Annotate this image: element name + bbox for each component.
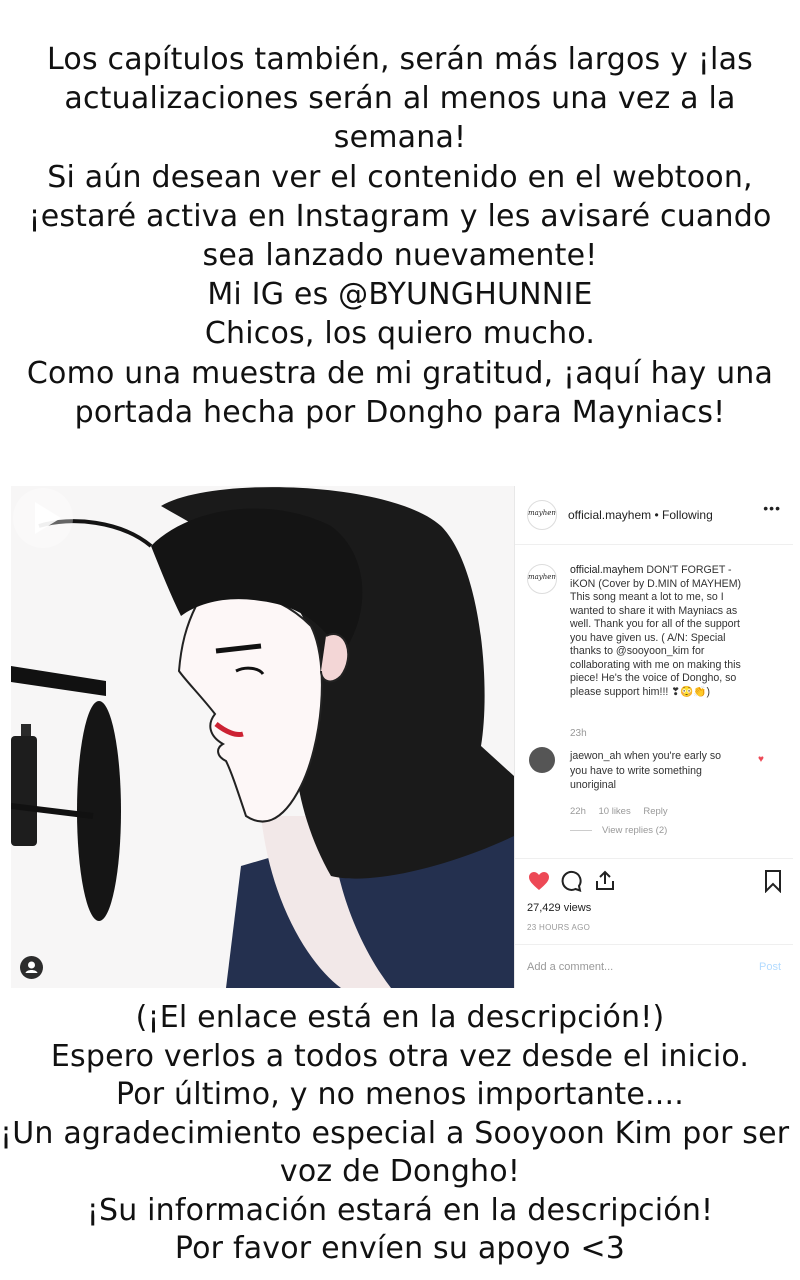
avatar-logo-text: mayhem (528, 509, 557, 517)
more-dots-icon[interactable]: ••• (763, 500, 781, 516)
text-line: portada hecha por Dongho para Mayniacs! (74, 394, 726, 430)
announcement-text-bottom: (¡El enlace está en la descripción!) Esp… (0, 999, 800, 1269)
caption-line: wanted to share it with Mayniacs as (570, 604, 738, 617)
comment-likes[interactable]: 10 likes (599, 806, 631, 817)
share-icon[interactable] (593, 869, 617, 893)
announcement-text-top: Los capítulos también, serán más largos … (0, 40, 800, 432)
comment-line: you have to write something (570, 764, 702, 777)
caption-line: collaborating with me on making this (570, 658, 741, 671)
post-button[interactable]: Post (759, 961, 781, 973)
comment-line: when you're early so (624, 750, 722, 762)
caption-line: iKON (Cover by D.MIN of MAYHEM) (570, 577, 742, 590)
view-replies-link[interactable]: View replies (2) (602, 825, 667, 836)
comment-timestamp: 22h (570, 806, 586, 817)
caption-username[interactable]: official.mayhem (570, 564, 643, 576)
text-line: semana! (333, 120, 467, 156)
dongho-illustration (11, 487, 514, 988)
caption-line: you have given us. ( A/N: Special (570, 631, 726, 644)
caption-line: DON'T FORGET - (646, 564, 732, 576)
text-line: sea lanzado nuevamente! (202, 238, 598, 274)
posted-time: 23 HOURS AGO (527, 923, 591, 932)
text-line: Chicos, los quiero mucho. (204, 316, 596, 352)
text-line: Como una muestra de mi gratitud, ¡aquí h… (26, 355, 774, 391)
reply-link[interactable]: Reply (643, 806, 667, 817)
caption-line: please support him!!! ❣😳👏) (570, 685, 711, 698)
view-count: 27,429 views (527, 902, 592, 914)
comment-icon[interactable] (559, 869, 583, 893)
text-line: Los capítulos también, serán más largos … (47, 42, 753, 77)
text-line: Por favor envíen su apoyo <3 (174, 1231, 626, 1266)
comment-meta: 22h 10 likes Reply (570, 806, 678, 817)
comment-line: unoriginal (570, 779, 616, 791)
text-line: ¡Su información estará en la descripción… (86, 1192, 714, 1228)
text-line: Si aún desean ver el contenido en el web… (47, 159, 753, 195)
instagram-post-embed: mayhem official.mayhem • Following ••• m… (11, 486, 793, 988)
comment-username[interactable]: jaewon_ah (570, 750, 621, 762)
text-line: Mi IG es @BYUNGHUNNIE (207, 277, 593, 313)
text-line: ¡Un agradecimiento especial a Sooyoon Ki… (0, 1115, 800, 1151)
text-line: Espero verlos a todos otra vez desde el … (50, 1038, 750, 1074)
replies-divider (570, 829, 592, 831)
header-username-line: official.mayhem • Following (568, 508, 713, 522)
play-icon[interactable] (11, 486, 75, 550)
add-comment-input[interactable]: Add a comment... (527, 961, 613, 973)
comment-like-icon[interactable]: ♥ (758, 754, 764, 765)
profile-avatar[interactable]: mayhem (527, 500, 557, 530)
commenter-avatar[interactable] (529, 747, 555, 773)
post-caption: official.mayhem DON'T FORGET - iKON (Cov… (570, 564, 780, 699)
separator-dot: • (654, 508, 659, 522)
caption-line: piece! He's the voice of Dongho, so (570, 672, 737, 684)
caption-timestamp: 23h (570, 728, 587, 739)
tagged-user-icon[interactable] (20, 956, 43, 979)
post-side-panel: mayhem official.mayhem • Following ••• m… (514, 486, 793, 988)
text-line: (¡El enlace está en la descripción!) (135, 1000, 665, 1035)
caption-line: thanks to @sooyoon_kim for (570, 645, 705, 657)
text-line: actualizaciones serán al menos una vez a… (64, 81, 736, 117)
text-line: voz de Dongho! (279, 1154, 521, 1189)
caption-avatar[interactable]: mayhem (527, 564, 557, 594)
view-replies[interactable]: View replies (2) (570, 825, 667, 836)
bookmark-icon[interactable] (761, 869, 785, 893)
action-bar (515, 858, 793, 899)
caption-line: This song meant a lot to me, so I (570, 591, 724, 603)
video-thumbnail[interactable] (11, 486, 514, 988)
comment: jaewon_ah when you're early so you have … (570, 749, 750, 793)
header-username[interactable]: official.mayhem (568, 508, 651, 522)
post-header: mayhem official.mayhem • Following ••• (515, 486, 793, 545)
text-line: Por último, y no menos importante.... (116, 1077, 684, 1112)
text-line: ¡estaré activa en Instagram y les avisar… (28, 198, 772, 234)
add-comment-bar: Add a comment... Post (515, 944, 793, 989)
follow-status[interactable]: Following (662, 508, 713, 522)
heart-icon[interactable] (527, 869, 551, 893)
caption-line: well. Thank you for all of the support (570, 618, 740, 630)
avatar-logo-text: mayhem (528, 573, 557, 581)
